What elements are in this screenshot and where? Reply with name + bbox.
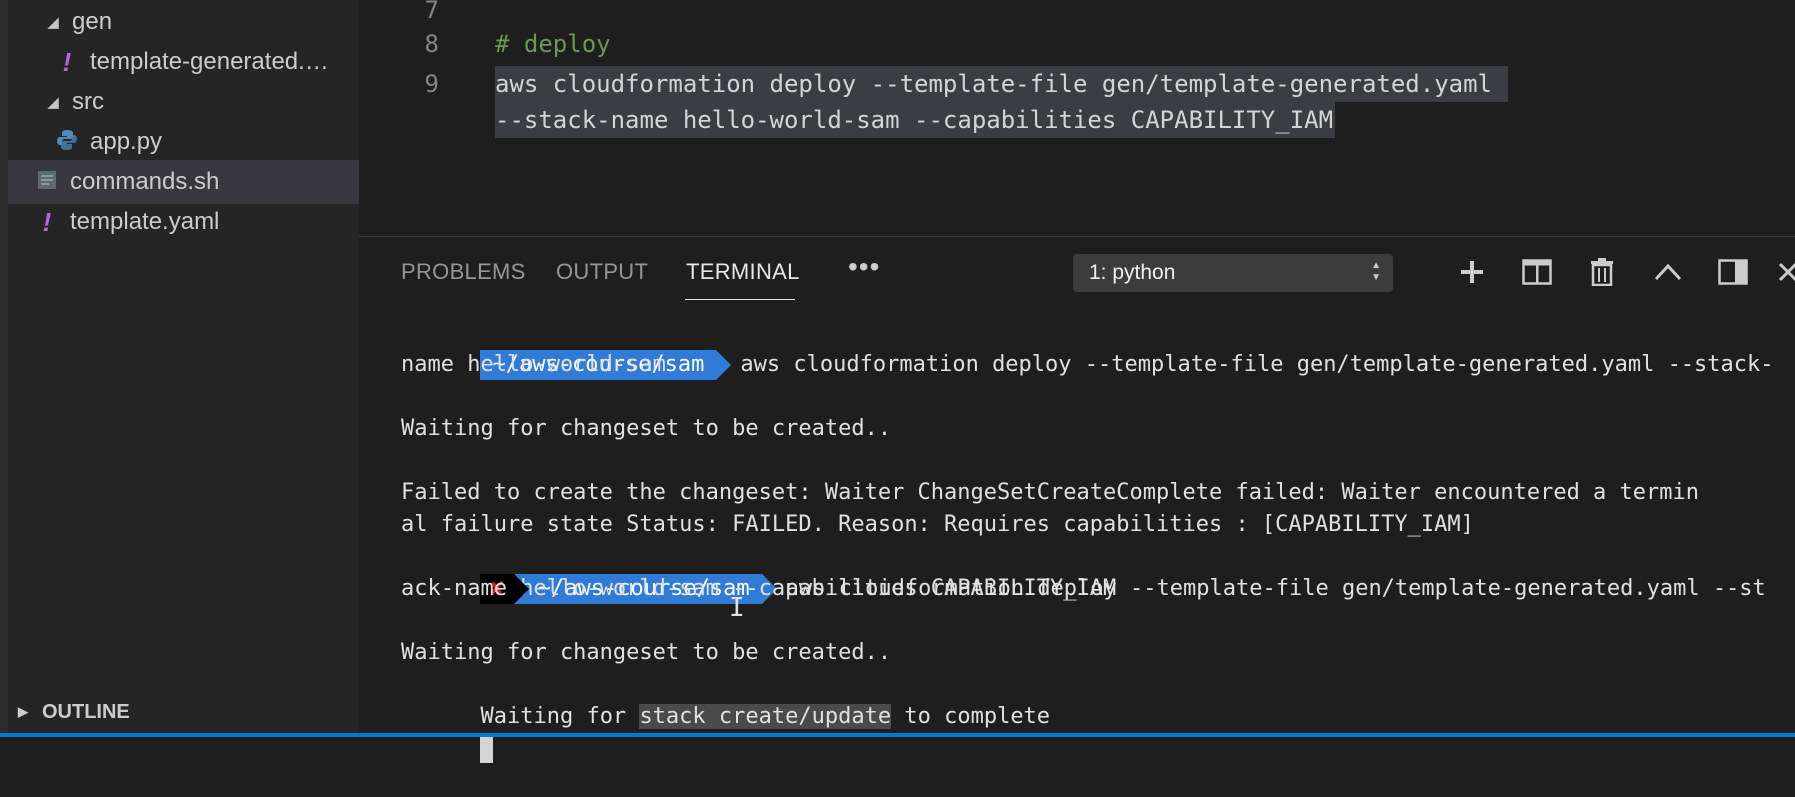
- explorer-sidebar: ◢ gen ! template-generated.… ◢ src app.p…: [8, 0, 359, 737]
- tab-output[interactable]: OUTPUT: [556, 259, 648, 285]
- terminal-line: al failure state Status: FAILED. Reason:…: [401, 512, 1474, 537]
- python-file-icon: [54, 127, 80, 158]
- tab-terminal[interactable]: TERMINAL: [686, 259, 800, 285]
- terminal-line: Failed to create the changeset: Waiter C…: [401, 480, 1700, 505]
- selected-code: --stack-name hello-world-sam --capabilit…: [495, 102, 1336, 138]
- tree-item-label: src: [72, 88, 104, 115]
- yaml-file-icon: !: [42, 206, 52, 237]
- chevron-up-icon: [1654, 263, 1682, 281]
- tree-item-label: template.yaml: [70, 208, 220, 235]
- more-actions-icon[interactable]: •••: [848, 251, 880, 283]
- tree-item-template-yaml[interactable]: ! template.yaml: [8, 200, 359, 244]
- terminal-select[interactable]: 1: python ▲ ▼: [1073, 254, 1393, 292]
- split-icon: [1522, 259, 1552, 285]
- bottom-panel: PROBLEMS OUTPUT TERMINAL ••• 1: python ▲…: [359, 236, 1795, 763]
- selected-code: aws cloudformation deploy --template-fil…: [495, 66, 1509, 102]
- terminal-line: Waiting for changeset to be created..: [401, 640, 892, 665]
- text-cursor-icon: I: [729, 593, 745, 623]
- plus-icon: [1461, 261, 1483, 283]
- tree-item-label: template-generated.…: [90, 48, 329, 75]
- outline-section-header[interactable]: ▶ OUTLINE: [8, 690, 359, 734]
- kill-terminal-button[interactable]: [1585, 255, 1619, 289]
- chevron-down-icon: ◢: [47, 14, 59, 31]
- terminal-line: ack-name hello-world-sam --capabilities …: [401, 576, 1117, 601]
- terminal-text: to complete: [891, 704, 1051, 729]
- panel-right-icon: [1718, 259, 1748, 285]
- toggle-panel-position-button[interactable]: [1716, 255, 1750, 289]
- tree-item-label: app.py: [90, 128, 163, 155]
- chevron-down-icon: ◢: [47, 94, 59, 111]
- tree-item-template-generated[interactable]: ! template-generated.…: [8, 40, 359, 84]
- activity-bar-edge: [0, 0, 8, 737]
- tab-problems[interactable]: PROBLEMS: [401, 259, 526, 285]
- new-terminal-button[interactable]: [1455, 255, 1489, 289]
- outline-label: OUTLINE: [42, 700, 130, 723]
- terminal-line: [401, 701, 494, 763]
- maximize-panel-button[interactable]: [1651, 255, 1685, 289]
- trash-icon: [1591, 258, 1613, 286]
- selected-text: stack create/update: [639, 704, 892, 729]
- split-terminal-button[interactable]: [1520, 255, 1554, 289]
- tree-item-label: commands.sh: [70, 168, 220, 195]
- tree-item-commands-sh[interactable]: commands.sh: [8, 160, 359, 204]
- terminal-select-value: 1: python: [1089, 261, 1176, 284]
- code-line: # deploy: [495, 30, 611, 58]
- line-number: 8: [424, 30, 439, 58]
- code-line: --stack-name hello-world-sam --capabilit…: [495, 102, 1336, 138]
- terminal-cursor: [480, 735, 494, 763]
- close-panel-button[interactable]: [1771, 255, 1795, 289]
- shell-file-icon: [34, 167, 60, 198]
- terminal-line: ~/aws-course/sam aws cloudformation deplo…: [401, 317, 1774, 380]
- terminal-line: Waiting for changeset to be created..: [401, 416, 892, 441]
- terminal-text: Waiting for: [480, 704, 640, 729]
- active-tab-indicator: [685, 299, 795, 300]
- line-number: 9: [424, 70, 439, 98]
- tree-item-src-folder[interactable]: ◢ src: [8, 80, 359, 124]
- chevron-right-icon: ▶: [18, 704, 28, 719]
- tree-item-app-py[interactable]: app.py: [8, 120, 359, 164]
- select-arrows-icon: ▲ ▼: [1371, 260, 1381, 283]
- status-bar: [0, 733, 1795, 737]
- code-line: aws cloudformation deploy --template-fil…: [495, 66, 1509, 102]
- terminal-line: Waiting for stack create/update to compl…: [401, 669, 1050, 729]
- code-editor[interactable]: 7 8 # deploy 9 aws cloudformation deploy…: [359, 0, 1795, 236]
- terminal-line: name hello-world-sam: [401, 352, 666, 377]
- terminal-line: ✘ ~/aws-course/sam aws cloudformation depl…: [401, 541, 1766, 604]
- yaml-file-icon: !: [62, 46, 72, 77]
- close-icon: [1778, 262, 1795, 282]
- tree-item-label: gen: [72, 8, 113, 35]
- terminal-command: aws cloudformation deploy --template-fil…: [740, 352, 1774, 377]
- tree-item-gen-folder[interactable]: ◢ gen: [8, 0, 359, 44]
- line-number: 7: [424, 0, 439, 24]
